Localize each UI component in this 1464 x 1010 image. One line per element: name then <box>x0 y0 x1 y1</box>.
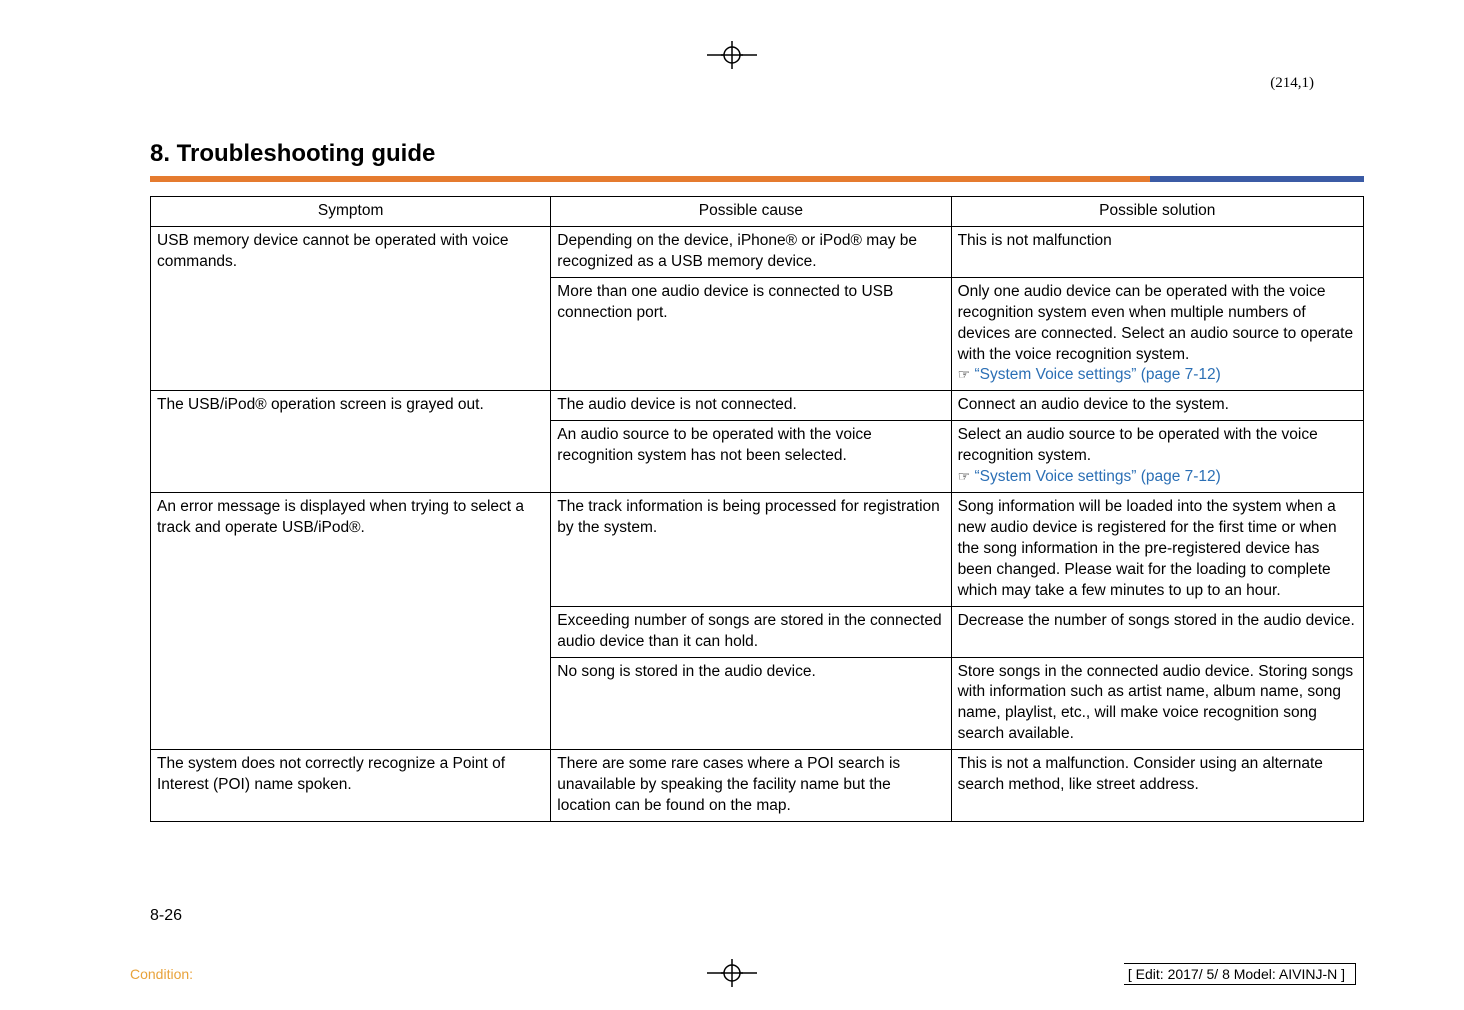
header-solution: Possible solution <box>951 197 1363 227</box>
crop-mark-bottom <box>707 953 757 1000</box>
cell-solution: Decrease the number of songs stored in t… <box>951 606 1363 657</box>
table-row: The system does not correctly recognize … <box>151 750 1364 822</box>
page-number: 8-26 <box>150 907 182 925</box>
pointer-icon: ☞ <box>958 467 971 486</box>
cell-solution: Store songs in the connected audio devic… <box>951 657 1363 750</box>
cell-symptom: The USB/iPod® operation screen is grayed… <box>151 391 551 493</box>
title-underline <box>150 176 1364 182</box>
cell-symptom: The system does not correctly recognize … <box>151 750 551 822</box>
pointer-icon: ☞ <box>958 365 971 384</box>
crop-mark-top <box>707 35 757 82</box>
cell-solution: Connect an audio device to the system. <box>951 391 1363 421</box>
cell-symptom: USB memory device cannot be operated wit… <box>151 226 551 390</box>
link-text: “System Voice settings” (page 7-12) <box>974 468 1220 485</box>
cell-cause: An audio source to be operated with the … <box>551 421 951 493</box>
page-ref-top: (214,1) <box>1270 75 1314 92</box>
cell-solution: Song information will be loaded into the… <box>951 493 1363 607</box>
edit-info: [ Edit: 2017/ 5/ 8 Model: AIVINJ-N ] <box>1124 963 1356 985</box>
header-symptom: Symptom <box>151 197 551 227</box>
cell-symptom: An error message is displayed when tryin… <box>151 493 551 750</box>
troubleshooting-table: Symptom Possible cause Possible solution… <box>150 196 1364 822</box>
table-row: The USB/iPod® operation screen is grayed… <box>151 391 1364 421</box>
cell-solution: This is not malfunction <box>951 226 1363 277</box>
table-row: An error message is displayed when tryin… <box>151 493 1364 607</box>
cell-cause: More than one audio device is connected … <box>551 277 951 391</box>
section-title: 8. Troubleshooting guide <box>150 140 1364 168</box>
link-text: “System Voice settings” (page 7-12) <box>974 366 1220 383</box>
cell-solution: This is not a malfunction. Consider usin… <box>951 750 1363 822</box>
cell-cause: No song is stored in the audio device. <box>551 657 951 750</box>
cell-solution: Select an audio source to be operated wi… <box>951 421 1363 493</box>
table-row: USB memory device cannot be operated wit… <box>151 226 1364 277</box>
cell-cause: There are some rare cases where a POI se… <box>551 750 951 822</box>
cell-cause: Depending on the device, iPhone® or iPod… <box>551 226 951 277</box>
condition-label: Condition: <box>130 966 193 982</box>
cell-cause: Exceeding number of songs are stored in … <box>551 606 951 657</box>
cell-solution: Only one audio device can be operated wi… <box>951 277 1363 391</box>
cell-cause: The track information is being processed… <box>551 493 951 607</box>
cell-cause: The audio device is not connected. <box>551 391 951 421</box>
table-header-row: Symptom Possible cause Possible solution <box>151 197 1364 227</box>
header-cause: Possible cause <box>551 197 951 227</box>
